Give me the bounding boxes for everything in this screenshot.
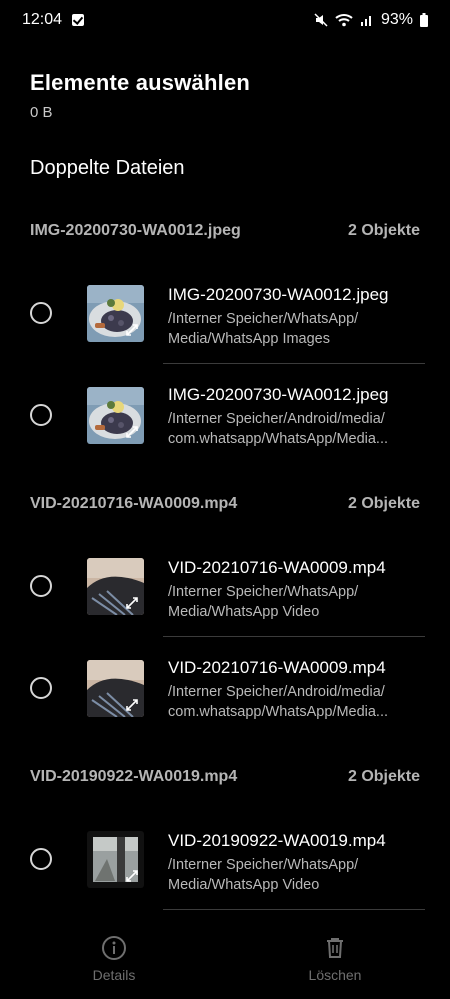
clock: 12:04	[22, 11, 63, 28]
wifi-icon	[335, 14, 353, 27]
group-count: 2 Objekte	[347, 222, 420, 239]
bottom-action-bar: Details Löschen	[0, 925, 450, 999]
video-thumbnail[interactable]	[87, 831, 144, 888]
file-name: VID-20190922-WA0019.mp4	[168, 831, 386, 850]
image-thumbnail[interactable]	[87, 285, 144, 342]
file-path-line1: /Interner Speicher/WhatsApp/	[168, 584, 359, 600]
expand-icon[interactable]	[124, 595, 140, 611]
status-bar: 12:04 93%	[0, 0, 450, 40]
notification-check-icon	[72, 14, 85, 26]
video-thumbnail[interactable]	[87, 660, 144, 717]
status-left: 12:04	[22, 11, 85, 29]
file-path-line2: Media/WhatsApp Video	[168, 877, 320, 893]
file-path-line2: com.whatsapp/WhatsApp/Media...	[168, 431, 389, 447]
file-path-line2: Media/WhatsApp Images	[168, 331, 330, 347]
details-button[interactable]: Details	[54, 935, 174, 983]
trash-icon	[327, 938, 343, 958]
group-name: VID-20210716-WA0009.mp4	[30, 495, 238, 512]
expand-icon[interactable]	[124, 424, 140, 440]
file-path-line1: /Interner Speicher/WhatsApp/	[168, 857, 359, 873]
selected-size: 0 B	[30, 104, 53, 121]
file-path-line2: Media/WhatsApp Video	[168, 604, 320, 620]
group-name: IMG-20200730-WA0012.jpeg	[30, 222, 241, 239]
expand-icon[interactable]	[124, 868, 140, 884]
file-path-line2: com.whatsapp/WhatsApp/Media...	[168, 704, 389, 720]
battery-icon	[420, 13, 428, 27]
list-item[interactable]: IMG-20200730-WA0012.jpeg /Interner Speic…	[0, 265, 450, 365]
divider	[163, 363, 425, 364]
delete-label: Löschen	[308, 967, 362, 983]
list-item[interactable]: VID-20190922-WA0019.mp4 /Interner Speich…	[0, 811, 450, 911]
select-radio[interactable]	[30, 302, 52, 324]
expand-icon[interactable]	[124, 697, 140, 713]
page-header: Elemente auswählen 0 B	[30, 70, 250, 121]
file-name: VID-20210716-WA0009.mp4	[168, 558, 386, 577]
file-name: VID-20210716-WA0009.mp4	[168, 658, 386, 677]
list-item[interactable]: VID-20210716-WA0009.mp4 /Interner Speich…	[0, 638, 450, 738]
details-label: Details	[92, 967, 136, 983]
select-radio[interactable]	[30, 848, 52, 870]
signal-icon	[360, 16, 371, 26]
file-path-line1: /Interner Speicher/WhatsApp/	[168, 311, 359, 327]
file-path-line1: /Interner Speicher/Android/media/	[168, 411, 385, 427]
divider	[163, 636, 425, 637]
list-item[interactable]: VID-20210716-WA0009.mp4 /Interner Speich…	[0, 538, 450, 638]
file-name: IMG-20200730-WA0012.jpeg	[168, 385, 389, 404]
group-name: VID-20190922-WA0019.mp4	[30, 768, 238, 785]
list-item[interactable]: IMG-20200730-WA0012.jpeg /Interner Speic…	[0, 365, 450, 465]
page-title: Elemente auswählen	[30, 70, 251, 95]
mute-icon	[314, 13, 328, 27]
video-thumbnail[interactable]	[87, 558, 144, 615]
group-count: 2 Objekte	[347, 495, 420, 512]
info-icon	[102, 936, 126, 960]
battery-percent: 93%	[380, 11, 413, 28]
divider	[163, 909, 425, 910]
delete-button[interactable]: Löschen	[275, 935, 395, 983]
group-header: IMG-20200730-WA0012.jpeg 2 Objekte	[30, 222, 420, 240]
section-title: Doppelte Dateien	[30, 157, 185, 179]
image-thumbnail[interactable]	[87, 387, 144, 444]
expand-icon[interactable]	[124, 322, 140, 338]
group-header: VID-20210716-WA0009.mp4 2 Objekte	[30, 495, 420, 513]
select-radio[interactable]	[30, 404, 52, 426]
group-header: VID-20190922-WA0019.mp4 2 Objekte	[30, 768, 420, 786]
file-path-line1: /Interner Speicher/Android/media/	[168, 684, 385, 700]
file-name: IMG-20200730-WA0012.jpeg	[168, 285, 389, 304]
select-radio[interactable]	[30, 575, 52, 597]
group-count: 2 Objekte	[347, 768, 420, 785]
status-right: 93%	[314, 11, 428, 29]
select-radio[interactable]	[30, 677, 52, 699]
